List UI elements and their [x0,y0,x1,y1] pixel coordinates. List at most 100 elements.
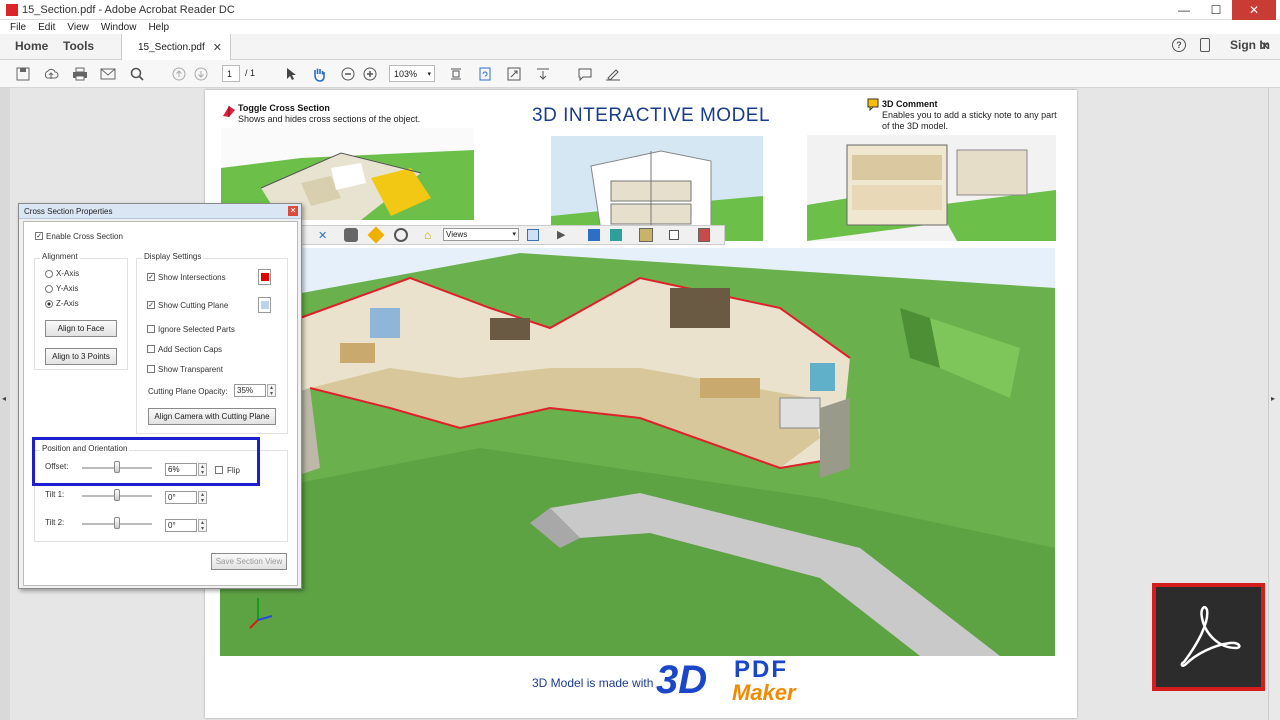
plane-color-swatch[interactable] [258,297,271,313]
right-note-title: 3D Comment [882,99,938,109]
3d-pdf-maker-logo: 3D PDF Maker [656,656,816,710]
3d-viewport[interactable] [220,248,1055,656]
dialog-title: Cross Section Properties [19,204,301,219]
read-mode-icon[interactable] [534,65,552,83]
main-toolbar: 1 / 1 103% ▾ [0,60,1280,88]
play-animation-icon[interactable]: ▶ [557,228,565,241]
align-to-face-button[interactable]: Align to Face [45,320,117,337]
zoom-level-select[interactable]: 103% ▾ [389,65,435,82]
background-color-icon[interactable] [669,230,679,240]
projection-icon[interactable] [639,228,653,242]
menu-window[interactable]: Window [101,22,137,33]
add-section-caps-checkbox[interactable] [147,345,155,353]
pen-sign-icon[interactable] [604,65,622,83]
search-icon[interactable] [128,65,146,83]
menu-file[interactable]: File [10,22,26,33]
save-section-view-button[interactable]: Save Section View [211,553,287,570]
rotate-page-icon[interactable] [476,65,494,83]
previous-page-icon[interactable] [170,65,188,83]
enable-cross-section-label: Enable Cross Section [46,232,123,241]
tilt1-label: Tilt 1: [45,490,65,499]
opacity-label: Cutting Plane Opacity: [148,387,228,396]
right-panel-scroll[interactable]: ▸ [1268,88,1280,720]
logo-3d-text: 3D [656,658,708,702]
page-total: / 1 [245,68,256,78]
right-note-text: Enables you to add a sticky note to any … [882,110,1057,131]
lighting-icon[interactable] [610,229,622,241]
3d-toolbar: ✕ ⌂ Views ▾ ▶ [295,225,725,245]
menu-edit[interactable]: Edit [38,22,55,33]
rotate-3d-icon[interactable]: ✕ [318,229,327,242]
measure-icon[interactable] [367,226,385,244]
chevron-down-icon: ▾ [512,231,516,238]
show-intersections-checkbox[interactable]: ✓ [147,273,155,281]
tab-home[interactable]: Home [15,39,48,53]
chevron-down-icon: ▾ [427,70,431,78]
ignore-selected-checkbox[interactable] [147,325,155,333]
alignment-heading: Alignment [40,252,80,261]
tab-tools[interactable]: Tools [63,39,94,53]
opacity-spinner[interactable]: ▴ ▾ [267,384,276,397]
camera-icon[interactable] [344,228,358,242]
model-tree-icon[interactable] [527,229,539,241]
document-tab-label: 15_Section.pdf [138,41,205,53]
print-icon[interactable] [71,65,89,83]
tilt2-input[interactable]: 0° [165,519,197,532]
close-doc-icon[interactable]: ✕ [1260,39,1270,53]
x-axis-radio[interactable] [45,270,53,278]
left-panel-toggle[interactable]: ◂ [0,88,10,720]
tab-document[interactable]: 15_Section.pdf ✕ [121,34,231,60]
help-icon[interactable]: ? [1172,38,1186,52]
show-cutting-plane-checkbox[interactable]: ✓ [147,301,155,309]
acrobat-app-icon [6,3,18,16]
dialog-close-button[interactable]: ✕ [288,206,298,216]
cross-section-tool-icon[interactable] [698,228,710,242]
align-camera-button[interactable]: Align Camera with Cutting Plane [148,408,276,425]
zoom-out-icon[interactable] [339,65,357,83]
views-select[interactable]: Views ▾ [443,228,519,241]
select-arrow-icon[interactable] [282,65,300,83]
menu-bar: File Edit View Window Help [0,20,1280,34]
x-axis-label: X-Axis [56,269,80,278]
enable-cross-section-checkbox[interactable]: ✓ [35,232,43,240]
align-to-3-points-button[interactable]: Align to 3 Points [45,348,117,365]
tilt2-slider-thumb[interactable] [114,517,120,529]
show-cutting-plane-label: Show Cutting Plane [158,301,229,310]
show-transparent-checkbox[interactable] [147,365,155,373]
comment-3d-icon [867,98,879,112]
home-view-icon[interactable]: ⌂ [424,228,431,242]
page-number-input[interactable]: 1 [222,65,240,82]
zoom-in-icon[interactable] [361,65,379,83]
minimize-button[interactable]: — [1168,0,1200,20]
z-axis-radio[interactable] [45,300,53,308]
email-icon[interactable] [99,65,117,83]
save-icon[interactable] [14,65,32,83]
hand-tool-icon[interactable] [310,65,328,83]
expand-left-icon[interactable]: ◂ [2,394,6,403]
next-page-icon[interactable] [192,65,210,83]
tilt1-slider-thumb[interactable] [114,489,120,501]
maximize-button[interactable]: ☐ [1200,0,1232,20]
opacity-input[interactable]: 35% [234,384,266,397]
fit-page-icon[interactable] [447,65,465,83]
tilt1-spinner[interactable]: ▴ ▾ [198,491,207,504]
full-screen-icon[interactable] [505,65,523,83]
close-window-button[interactable]: ✕ [1232,0,1276,20]
menu-view[interactable]: View [67,22,89,33]
ignore-selected-label: Ignore Selected Parts [158,325,235,334]
render-mode-icon[interactable] [588,229,600,241]
close-tab-icon[interactable]: ✕ [213,41,222,54]
comment-icon[interactable] [576,65,594,83]
highlight-box [32,437,260,486]
comment-3d-tool-icon[interactable] [394,228,408,242]
mobile-link-icon[interactable] [1200,38,1210,52]
tilt2-spinner[interactable]: ▴ ▾ [198,519,207,532]
upload-cloud-icon[interactable] [42,65,60,83]
left-note-text: Shows and hides cross sections of the ob… [238,114,421,124]
y-axis-radio[interactable] [45,285,53,293]
intersection-color-swatch[interactable] [258,269,271,285]
menu-help[interactable]: Help [148,22,169,33]
expand-right-icon[interactable]: ▸ [1271,394,1275,403]
tilt1-input[interactable]: 0° [165,491,197,504]
z-axis-label: Z-Axis [56,299,79,308]
